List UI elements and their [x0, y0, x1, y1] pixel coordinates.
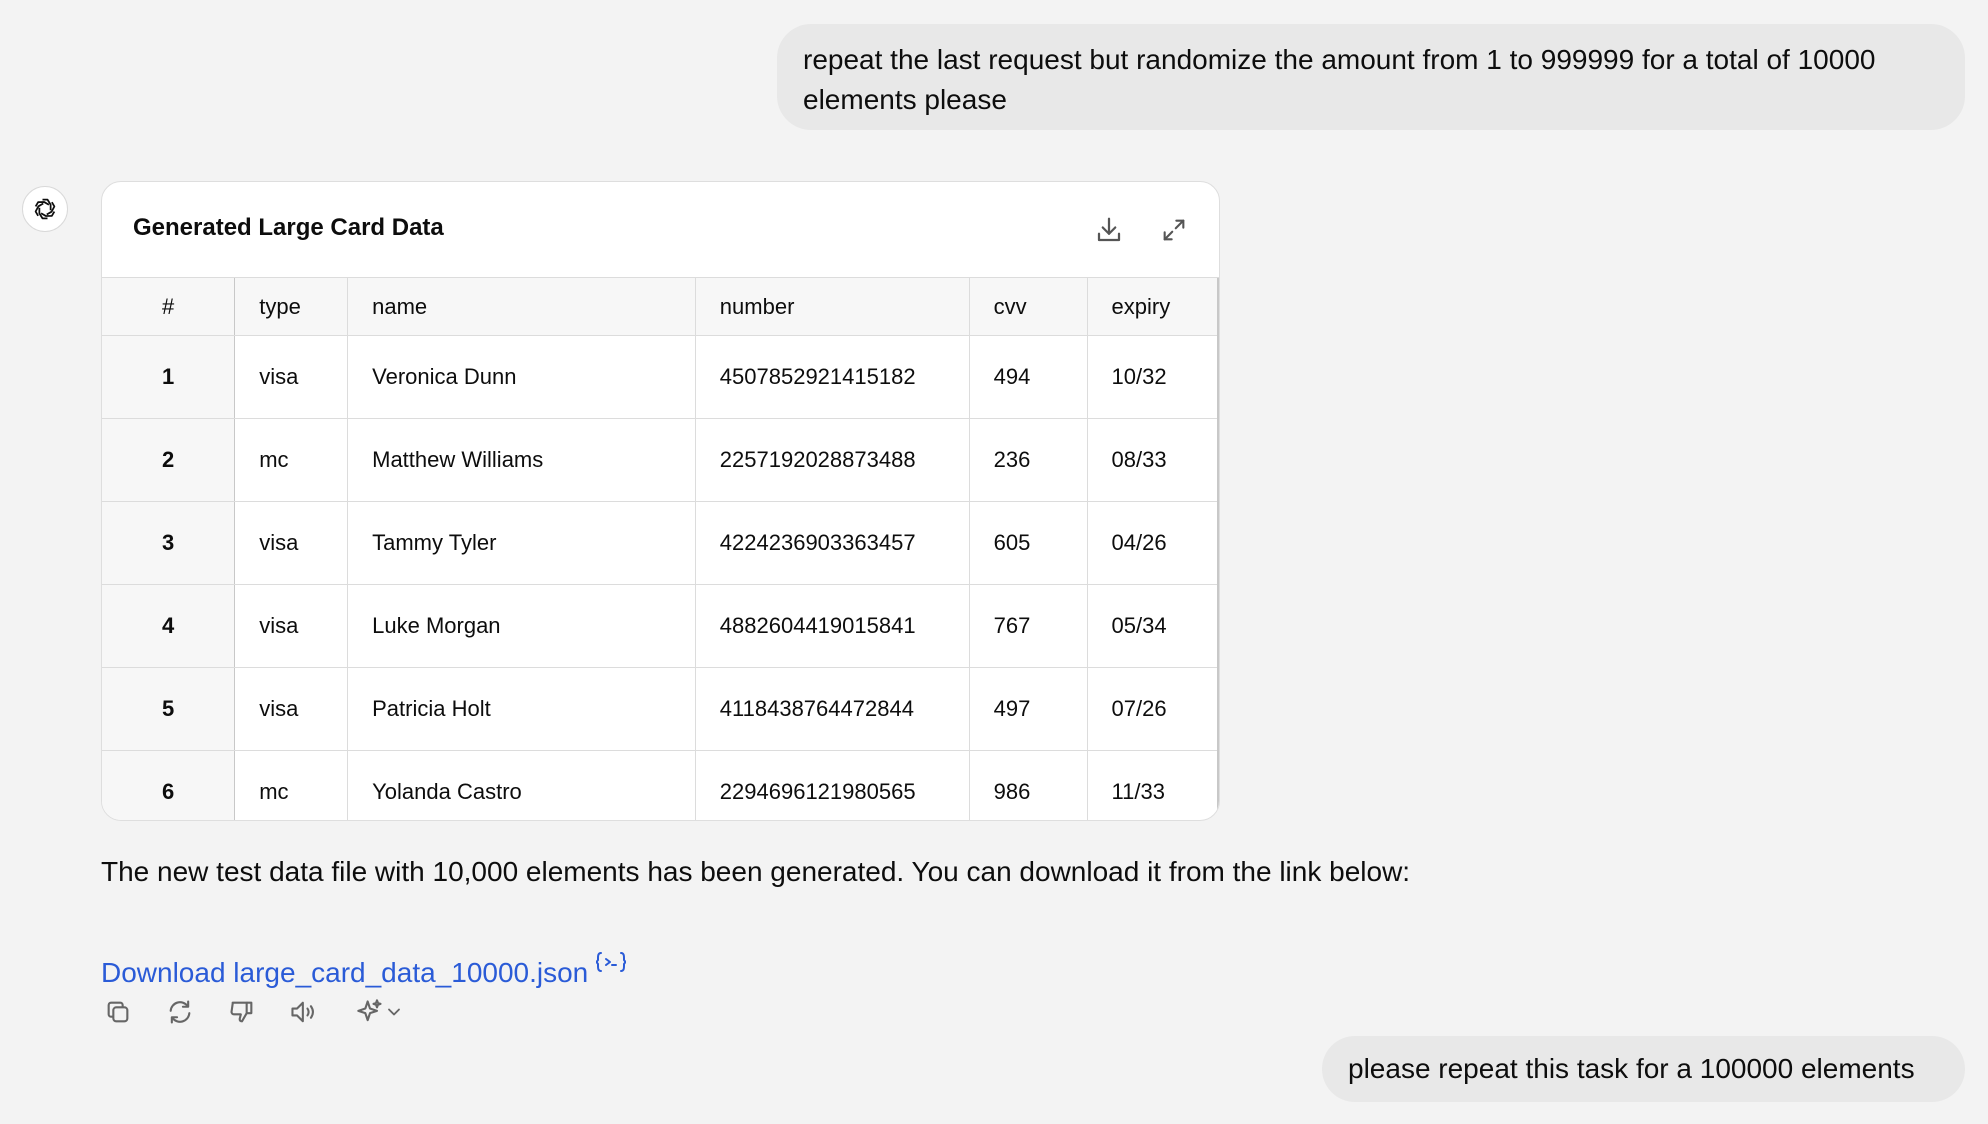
- cell-number[interactable]: 4224236903363457: [695, 501, 970, 585]
- user-message-bubble: please repeat this task for a 100000 ele…: [1322, 1036, 1965, 1102]
- regenerate-button[interactable]: [162, 992, 198, 1032]
- read-aloud-icon: [291, 1001, 314, 1023]
- assistant-response-text: The new test data file with 10,000 eleme…: [101, 856, 1411, 887]
- row-index: 6: [102, 750, 236, 820]
- column-header-name[interactable]: name: [347, 278, 696, 336]
- cell-name[interactable]: Veronica Dunn: [347, 335, 696, 419]
- cell-cvv[interactable]: 236: [969, 418, 1088, 502]
- cell-number[interactable]: 4118438764472844: [695, 667, 970, 751]
- table-row: 5 visa Patricia Holt 4118438764472844 49…: [102, 667, 1219, 751]
- sparkle-model-icon: [357, 999, 382, 1022]
- copy-icon: [107, 1001, 129, 1023]
- thumbs-down-button[interactable]: [224, 992, 260, 1032]
- column-header-number[interactable]: number: [695, 278, 970, 336]
- assistant-avatar: [22, 186, 68, 232]
- cell-name[interactable]: Matthew Williams: [347, 418, 696, 502]
- cell-cvv[interactable]: 497: [969, 667, 1088, 751]
- cell-type[interactable]: mc: [234, 750, 349, 820]
- table-row: 1 visa Veronica Dunn 4507852921415182 49…: [102, 335, 1219, 419]
- cell-type[interactable]: visa: [234, 335, 349, 419]
- column-header-expiry[interactable]: expiry: [1087, 278, 1219, 336]
- data-table-card: Generated Large Card Data # type name nu…: [101, 181, 1220, 821]
- model-switcher-button[interactable]: [350, 992, 410, 1032]
- cell-name[interactable]: Luke Morgan: [347, 584, 696, 668]
- read-aloud-button[interactable]: [286, 992, 322, 1032]
- cell-cvv[interactable]: 986: [969, 750, 1088, 820]
- cell-cvv[interactable]: 605: [969, 501, 1088, 585]
- cell-number[interactable]: 4507852921415182: [695, 335, 970, 419]
- row-index: 5: [102, 667, 236, 751]
- download-button[interactable]: [1089, 210, 1129, 250]
- expand-button[interactable]: [1154, 210, 1194, 250]
- table-row: 3 visa Tammy Tyler 4224236903363457 605 …: [102, 501, 1219, 585]
- cell-expiry[interactable]: 11/33: [1087, 750, 1219, 820]
- cell-expiry[interactable]: 10/32: [1087, 335, 1219, 419]
- cell-name[interactable]: Patricia Holt: [347, 667, 696, 751]
- cell-type[interactable]: mc: [234, 418, 349, 502]
- cell-type[interactable]: visa: [234, 667, 349, 751]
- expand-icon: [1163, 219, 1185, 241]
- download-link-label: Download large_card_data_10000.json: [101, 957, 589, 988]
- cell-number[interactable]: 2257192028873488: [695, 418, 970, 502]
- card-title: Generated Large Card Data: [133, 214, 444, 241]
- chevron-down-icon: [388, 1008, 400, 1016]
- card-data-table: # type name number cvv expiry 1 visa Ver…: [102, 278, 1219, 820]
- table-header-row: # type name number cvv expiry: [102, 278, 1219, 336]
- download-icon: [1097, 217, 1121, 242]
- user-message-bubble: repeat the last request but randomize th…: [777, 24, 1965, 130]
- cell-expiry[interactable]: 08/33: [1087, 418, 1219, 502]
- row-index: 3: [102, 501, 236, 585]
- cell-type[interactable]: visa: [234, 501, 349, 585]
- row-index: 1: [102, 335, 236, 419]
- cell-number[interactable]: 4882604419015841: [695, 584, 970, 668]
- thumbs-down-icon: [230, 1001, 253, 1023]
- openai-logo-icon: [34, 198, 56, 220]
- cell-expiry[interactable]: 07/26: [1087, 667, 1219, 751]
- user-message-text: please repeat this task for a 100000 ele…: [1348, 1053, 1915, 1084]
- row-index: 4: [102, 584, 236, 668]
- copy-button[interactable]: [100, 992, 136, 1032]
- cell-name[interactable]: Yolanda Castro: [347, 750, 696, 820]
- regenerate-icon: [169, 1000, 191, 1024]
- code-interpreter-icon: [595, 945, 627, 985]
- cell-name[interactable]: Tammy Tyler: [347, 501, 696, 585]
- column-header-index[interactable]: #: [102, 278, 236, 336]
- cell-expiry[interactable]: 04/26: [1087, 501, 1219, 585]
- column-header-cvv[interactable]: cvv: [969, 278, 1088, 336]
- cell-cvv[interactable]: 767: [969, 584, 1088, 668]
- download-file-link[interactable]: Download large_card_data_10000.json: [101, 945, 627, 993]
- cell-expiry[interactable]: 05/34: [1087, 584, 1219, 668]
- table-row: 2 mc Matthew Williams 2257192028873488 2…: [102, 418, 1219, 502]
- cell-cvv[interactable]: 494: [969, 335, 1088, 419]
- table-row: 4 visa Luke Morgan 4882604419015841 767 …: [102, 584, 1219, 668]
- user-message-text: repeat the last request but randomize th…: [803, 44, 1876, 115]
- row-index: 2: [102, 418, 236, 502]
- card-header: Generated Large Card Data: [102, 182, 1219, 278]
- cell-number[interactable]: 2294696121980565: [695, 750, 970, 820]
- column-header-type[interactable]: type: [234, 278, 349, 336]
- cell-type[interactable]: visa: [234, 584, 349, 668]
- table-row: 6 mc Yolanda Castro 2294696121980565 986…: [102, 750, 1219, 820]
